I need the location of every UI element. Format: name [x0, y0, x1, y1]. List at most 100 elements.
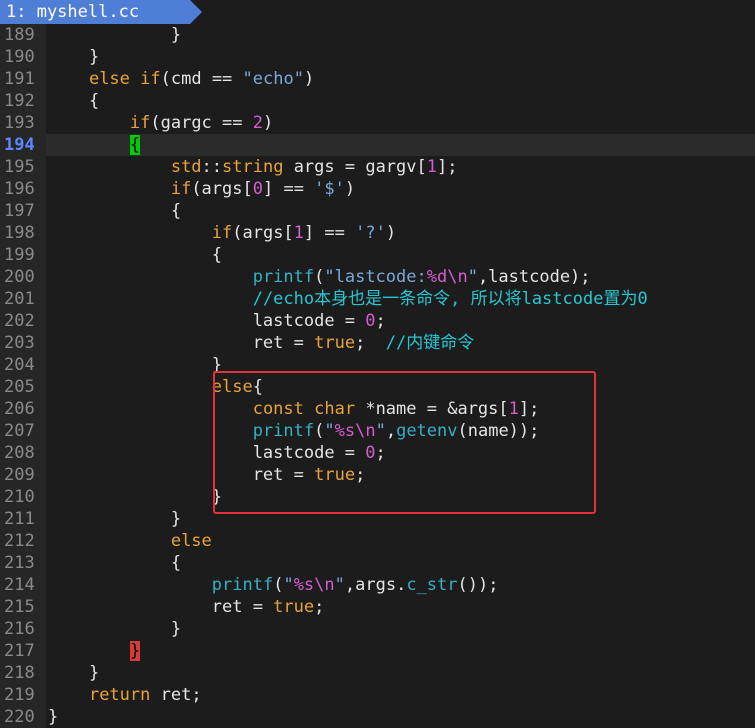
- code-token: ,lastcode);: [477, 267, 591, 287]
- line-number: 212: [0, 530, 46, 552]
- code-token: {: [48, 201, 182, 221]
- code-token: if: [129, 113, 151, 133]
- code-text: }: [48, 46, 99, 68]
- code-token: "lastcode:: [324, 267, 427, 287]
- code-token: ::: [201, 157, 223, 177]
- code-line[interactable]: 201 //echo本身也是一条命令, 所以将lastcode置为0: [0, 288, 755, 310]
- code-text: if(args[1] == '?'): [48, 222, 396, 244]
- code-line[interactable]: 193 if(gargc == 2): [0, 112, 755, 134]
- line-number: 193: [0, 112, 46, 134]
- code-token: (gargc ==: [150, 113, 253, 133]
- code-token: '?': [355, 223, 386, 243]
- line-number: 199: [0, 244, 46, 266]
- code-line[interactable]: 212 else: [0, 530, 755, 552]
- code-token: }: [48, 619, 182, 639]
- line-number: 201: [0, 288, 46, 310]
- code-line[interactable]: 214 printf("%s\n",args.c_str());: [0, 574, 755, 596]
- code-line[interactable]: 195 std::string args = gargv[1];: [0, 156, 755, 178]
- code-text: {: [48, 244, 222, 266]
- code-token: (: [273, 575, 284, 595]
- code-token: '$': [314, 179, 345, 199]
- code-line[interactable]: 190 }: [0, 46, 755, 68]
- code-text: {: [48, 200, 181, 222]
- line-number: 206: [0, 398, 46, 420]
- code-token: true: [273, 597, 315, 617]
- line-number: 215: [0, 596, 46, 618]
- code-token: if: [211, 223, 233, 243]
- code-token: {: [48, 245, 222, 265]
- code-token: lastcode =: [48, 311, 366, 331]
- code-text: }: [48, 640, 141, 662]
- text-cursor: {: [129, 135, 141, 155]
- line-number: 207: [0, 420, 46, 442]
- code-token: ": [467, 267, 478, 287]
- code-token: %d\n: [426, 267, 468, 287]
- code-token: ): [385, 223, 397, 243]
- code-line[interactable]: 198 if(args[1] == '?'): [0, 222, 755, 244]
- tab-bar: 1: myshell.cc: [0, 0, 755, 24]
- code-token: }: [48, 25, 182, 45]
- code-token: ret =: [48, 333, 315, 353]
- code-token: return: [88, 685, 151, 705]
- code-text: lastcode = 0;: [48, 310, 386, 332]
- code-token: }: [48, 707, 59, 727]
- code-token: ());: [457, 575, 499, 595]
- code-line[interactable]: 191 else if(cmd == "echo"): [0, 68, 755, 90]
- code-line[interactable]: 203 ret = true; //内键命令: [0, 332, 755, 354]
- code-token: c_str: [406, 575, 458, 595]
- line-number: 217: [0, 640, 46, 662]
- code-line[interactable]: 216 }: [0, 618, 755, 640]
- code-line[interactable]: 200 printf("lastcode:%d\n",lastcode);: [0, 266, 755, 288]
- code-line[interactable]: 199 {: [0, 244, 755, 266]
- code-line[interactable]: 194 {: [0, 134, 755, 156]
- tab-myshell-cc[interactable]: 1: myshell.cc: [0, 0, 190, 24]
- code-text: }: [48, 354, 222, 376]
- code-token: true: [314, 333, 356, 353]
- code-token: 0: [252, 179, 263, 199]
- code-line[interactable]: 219 return ret;: [0, 684, 755, 706]
- code-line[interactable]: 196 if(args[0] == '$'): [0, 178, 755, 200]
- line-number: 203: [0, 332, 46, 354]
- line-number: 205: [0, 376, 46, 398]
- code-token: ): [262, 113, 274, 133]
- code-token: if: [170, 179, 192, 199]
- code-line[interactable]: 217 }: [0, 640, 755, 662]
- line-number: 208: [0, 442, 46, 464]
- code-line[interactable]: 220}: [0, 706, 755, 728]
- code-line[interactable]: 218 }: [0, 662, 755, 684]
- code-token: ret;: [150, 685, 202, 705]
- code-token: ): [303, 69, 315, 89]
- code-line[interactable]: 213 {: [0, 552, 755, 574]
- line-number: 196: [0, 178, 46, 200]
- code-line[interactable]: 215 ret = true;: [0, 596, 755, 618]
- code-token: }: [48, 47, 100, 67]
- code-token: }: [48, 509, 182, 529]
- code-line[interactable]: 192 {: [0, 90, 755, 112]
- code-text: printf("%s\n",args.c_str());: [48, 574, 499, 596]
- line-number: 219: [0, 684, 46, 706]
- line-number: 211: [0, 508, 46, 530]
- code-text: std::string args = gargv[1];: [48, 156, 458, 178]
- code-text: {: [48, 552, 181, 574]
- code-text: if(args[0] == '$'): [48, 178, 355, 200]
- code-line[interactable]: 189 }: [0, 24, 755, 46]
- line-number: 192: [0, 90, 46, 112]
- code-text: }: [48, 706, 58, 728]
- code-text: else: [48, 530, 212, 552]
- code-token: std: [170, 157, 202, 177]
- code-token: ];: [437, 157, 458, 177]
- code-line[interactable]: 202 lastcode = 0;: [0, 310, 755, 332]
- code-token: %s\n: [293, 575, 335, 595]
- code-text: printf("lastcode:%d\n",lastcode);: [48, 266, 591, 288]
- code-line[interactable]: 197 {: [0, 200, 755, 222]
- line-number: 194: [0, 134, 46, 156]
- line-number: 198: [0, 222, 46, 244]
- code-token: ] ==: [262, 179, 315, 199]
